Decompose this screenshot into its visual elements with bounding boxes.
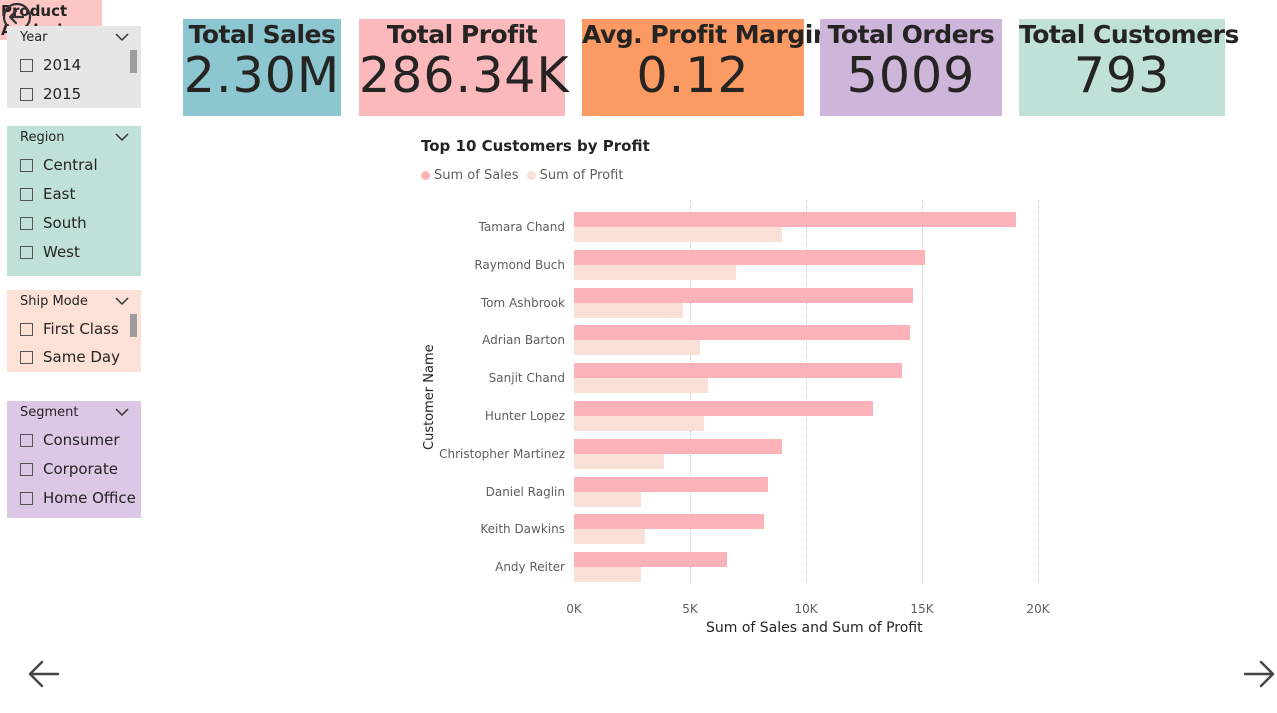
bar-profit[interactable] — [574, 529, 645, 545]
x-tick-label: 20K — [1026, 602, 1050, 616]
kpi-total-profit: Total Profit 286.34K — [359, 19, 570, 116]
kpi-title: Total Orders — [827, 20, 995, 49]
legend-swatch — [526, 171, 536, 180]
bar-sales[interactable] — [574, 401, 873, 416]
chevron-down-icon[interactable] — [115, 296, 129, 306]
bar-sales[interactable] — [574, 552, 728, 568]
bar-profit[interactable] — [574, 227, 783, 242]
checkbox[interactable] — [20, 433, 33, 447]
slicer-scrollbar[interactable] — [130, 50, 137, 73]
y-category-label: Adrian Barton — [482, 333, 565, 348]
bar-profit[interactable] — [574, 302, 684, 318]
checkbox[interactable] — [20, 58, 33, 72]
y-category-label: Tamara Chand — [478, 220, 565, 234]
kpi-title: Total Sales — [188, 20, 336, 49]
bar-sales[interactable] — [574, 438, 782, 454]
y-category-label: Christopher Martinez — [439, 446, 565, 461]
bar-sales[interactable] — [574, 249, 925, 265]
gridline — [1038, 200, 1039, 584]
slicer-option-corporate[interactable]: Corporate — [20, 459, 118, 479]
kpi-total-sales: Total Sales 2.30M — [183, 19, 341, 116]
kpi-avg-profit-margin: Avg. Profit Margin 0.12 — [582, 19, 831, 116]
y-category-label: Tom Ashbrook — [480, 295, 565, 310]
checkbox[interactable] — [20, 216, 33, 230]
bar-sales[interactable] — [574, 514, 764, 530]
slicer-option-south[interactable]: South — [20, 213, 87, 233]
y-category-label: Keith Dawkins — [480, 522, 565, 537]
bar-profit[interactable] — [574, 340, 701, 356]
bar-profit[interactable] — [574, 491, 641, 507]
chart-title: Top 10 Customers by Profit — [421, 137, 650, 155]
y-category-label: Sanjit Chand — [488, 371, 565, 386]
year-slicer: Year 2014 2015 — [7, 26, 141, 108]
bar-sales[interactable] — [574, 363, 903, 379]
x-tick-label: 5K — [682, 602, 698, 616]
bar-sales[interactable] — [574, 287, 913, 303]
shipmode-slicer: Ship Mode First Class Same Day — [7, 290, 141, 372]
next-page-arrow-icon[interactable] — [1242, 657, 1276, 691]
slicer-scrollbar[interactable] — [130, 314, 137, 337]
kpi-value: 286.34K — [359, 47, 570, 104]
kpi-value: 5009 — [846, 47, 976, 104]
y-category-label: Hunter Lopez — [484, 409, 565, 423]
slicer-option-home-office[interactable]: Home Office — [20, 488, 136, 508]
slicer-option-2015[interactable]: 2015 — [20, 84, 81, 104]
bar-sales[interactable] — [574, 325, 910, 341]
kpi-total-customers: Total Customers 793 — [1019, 19, 1239, 116]
bar-profit[interactable] — [574, 416, 705, 431]
checkbox[interactable] — [20, 322, 33, 336]
bar-profit[interactable] — [574, 453, 665, 469]
x-axis-title: Sum of Sales and Sum of Profit — [706, 620, 923, 636]
slicer-option-central[interactable]: Central — [20, 155, 98, 175]
bar-sales[interactable] — [574, 212, 1016, 227]
bar-profit[interactable] — [574, 567, 641, 583]
checkbox[interactable] — [20, 187, 33, 201]
legend-label: Sum of Sales — [434, 168, 519, 183]
chevron-down-icon[interactable] — [115, 132, 129, 142]
slicer-option-2014[interactable]: 2014 — [20, 55, 81, 75]
slicer-option-same-day[interactable]: Same Day — [20, 347, 120, 367]
shipmode-slicer-title: Ship Mode — [20, 294, 88, 309]
kpi-total-orders: Total Orders 5009 — [820, 19, 1002, 116]
x-tick-label: 15K — [910, 602, 934, 616]
legend-entry-profit[interactable]: Sum of Profit — [526, 168, 624, 183]
bar-profit[interactable] — [574, 264, 736, 280]
year-slicer-title: Year — [20, 30, 48, 45]
slicer-option-west[interactable]: West — [20, 242, 80, 262]
legend-label: Sum of Profit — [539, 168, 624, 183]
checkbox[interactable] — [20, 491, 33, 505]
y-category-label: Raymond Buch — [474, 257, 565, 272]
kpi-title: Avg. Profit Margin — [582, 20, 831, 49]
segment-slicer-title: Segment — [20, 405, 79, 420]
chart-legend: Sum of Sales Sum of Profit — [421, 168, 631, 183]
checkbox[interactable] — [20, 462, 33, 476]
bar-sales[interactable] — [574, 476, 768, 492]
kpi-value: 2.30M — [183, 47, 341, 104]
kpi-value: 793 — [1073, 47, 1171, 104]
region-slicer: Region Central East South West — [7, 126, 141, 276]
kpi-title: Total Customers — [1019, 20, 1239, 49]
y-category-label: Daniel Raglin — [485, 484, 565, 499]
kpi-value: 0.12 — [636, 47, 750, 104]
previous-page-arrow-icon[interactable] — [27, 657, 61, 691]
checkbox[interactable] — [20, 350, 33, 364]
y-category-label: Andy Reiter — [495, 560, 565, 575]
legend-swatch — [421, 171, 430, 180]
checkbox[interactable] — [20, 245, 33, 259]
slicer-option-first-class[interactable]: First Class — [20, 319, 119, 339]
segment-slicer: Segment Consumer Corporate Home Office — [7, 401, 141, 518]
chevron-down-icon[interactable] — [115, 32, 129, 42]
chevron-down-icon[interactable] — [115, 407, 129, 417]
x-tick-label: 0K — [566, 602, 582, 616]
bar-profit[interactable] — [574, 378, 708, 394]
checkbox[interactable] — [20, 87, 33, 101]
slicer-option-east[interactable]: East — [20, 184, 75, 204]
slicer-option-consumer[interactable]: Consumer — [20, 430, 120, 450]
x-tick-label: 10K — [794, 602, 818, 616]
kpi-title: Total Profit — [386, 20, 538, 49]
checkbox[interactable] — [20, 158, 33, 172]
y-axis-title: Customer Name — [422, 344, 437, 450]
legend-entry-sales[interactable]: Sum of Sales — [421, 168, 519, 183]
region-slicer-title: Region — [20, 130, 65, 145]
